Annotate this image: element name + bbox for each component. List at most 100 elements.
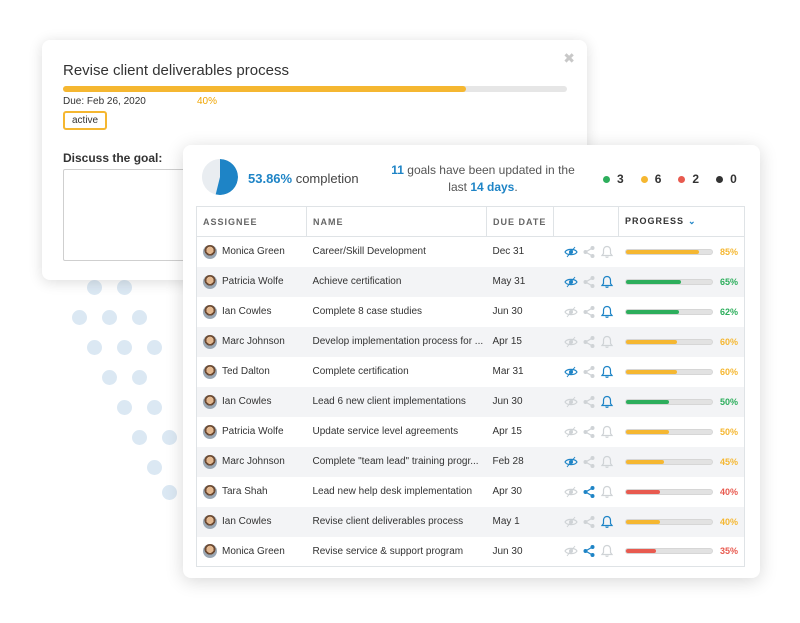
updated-text-2: . xyxy=(514,180,518,194)
share-icon[interactable] xyxy=(582,425,596,439)
eye-icon[interactable] xyxy=(564,395,578,409)
eye-icon[interactable] xyxy=(564,485,578,499)
table-row[interactable]: Tara Shah Lead new help desk implementati… xyxy=(196,476,745,507)
decorative-dot xyxy=(102,310,117,325)
table-row[interactable]: Monica Green Revise service & support pro… xyxy=(196,536,745,567)
eye-icon[interactable] xyxy=(564,455,578,469)
progress-track xyxy=(624,308,713,315)
goal-name-cell[interactable]: Revise client deliverables process xyxy=(306,506,487,537)
goal-name-cell[interactable]: Complete 8 case studies xyxy=(306,296,487,327)
assignee-name: Monica Green xyxy=(222,246,285,258)
column-header-assignee[interactable]: ASSIGNEE xyxy=(196,206,307,237)
bell-icon[interactable] xyxy=(600,485,614,499)
decorative-dot xyxy=(147,340,162,355)
discuss-textarea[interactable] xyxy=(63,169,193,261)
status-count-value: 6 xyxy=(654,172,662,186)
goal-name-cell[interactable]: Complete certification xyxy=(306,356,487,387)
share-icon[interactable] xyxy=(582,515,596,529)
share-icon[interactable] xyxy=(582,485,596,499)
bell-icon[interactable] xyxy=(600,544,614,558)
assignee-cell: Monica Green xyxy=(196,536,307,567)
eye-icon[interactable] xyxy=(564,245,578,259)
due-date-cell: Jun 30 xyxy=(486,296,554,327)
status-badge[interactable]: active xyxy=(63,111,108,130)
share-icon[interactable] xyxy=(582,305,596,319)
column-header-name[interactable]: NAME xyxy=(306,206,487,237)
goal-name-cell[interactable]: Lead 6 new client implementations xyxy=(306,386,487,417)
status-dot-icon xyxy=(678,175,686,183)
eye-icon[interactable] xyxy=(564,305,578,319)
eye-icon[interactable] xyxy=(564,275,578,289)
share-icon[interactable] xyxy=(582,455,596,469)
close-icon[interactable]: ✖ xyxy=(563,50,575,67)
goal-name-cell[interactable]: Career/Skill Development xyxy=(306,236,487,267)
progress-percent: 50% xyxy=(719,396,738,407)
goal-name-cell[interactable]: Lead new help desk implementation xyxy=(306,476,487,507)
eye-icon[interactable] xyxy=(564,544,578,558)
table-row[interactable]: Marc Johnson Develop implementation proce… xyxy=(196,326,745,357)
assignee-name: Ian Cowles xyxy=(222,396,272,407)
column-header-due-date[interactable]: DUE DATE xyxy=(486,206,554,237)
decorative-dot xyxy=(162,485,177,500)
status-count-value: 2 xyxy=(692,172,700,186)
goal-name-cell[interactable]: Achieve certification xyxy=(306,266,487,297)
bell-icon[interactable] xyxy=(600,455,614,469)
bell-icon[interactable] xyxy=(600,275,614,289)
goals-table-body: Monica Green Career/Skill Development Dec … xyxy=(196,236,745,567)
progress-cell: 62% xyxy=(618,296,745,327)
avatar xyxy=(203,274,217,289)
bell-icon[interactable] xyxy=(600,305,614,319)
decorative-dot xyxy=(162,430,177,445)
goal-progress-bar xyxy=(63,86,567,92)
chevron-down-icon[interactable]: ⌄ xyxy=(688,216,697,226)
goal-name-cell[interactable]: Complete "team lead" training progr... xyxy=(306,446,487,477)
goal-name-cell[interactable]: Develop implementation process for ... xyxy=(306,326,487,357)
column-header-progress[interactable]: PROGRESS ⌄ xyxy=(618,206,745,237)
share-icon[interactable] xyxy=(582,335,596,349)
table-row[interactable]: Ian Cowles Complete 8 case studies Jun 30 6… xyxy=(196,296,745,327)
actions-cell xyxy=(553,416,619,447)
eye-icon[interactable] xyxy=(564,335,578,349)
eye-icon[interactable] xyxy=(564,365,578,379)
progress-percent: 60% xyxy=(719,366,738,377)
bell-icon[interactable] xyxy=(600,335,614,349)
progress-track xyxy=(624,458,713,465)
goal-progress-percent: 40% xyxy=(197,96,218,107)
due-date-cell: Jun 30 xyxy=(486,536,554,567)
share-icon[interactable] xyxy=(582,245,596,259)
bell-icon[interactable] xyxy=(600,365,614,379)
table-row[interactable]: Marc Johnson Complete "team lead" trainin… xyxy=(196,446,745,477)
share-icon[interactable] xyxy=(582,365,596,379)
share-icon[interactable] xyxy=(582,544,596,558)
bell-icon[interactable] xyxy=(600,245,614,259)
table-row[interactable]: Ted Dalton Complete certification Mar 31 60… xyxy=(196,356,745,387)
table-row[interactable]: Patricia Wolfe Update service level agree… xyxy=(196,416,745,447)
progress-percent: 65% xyxy=(719,276,738,287)
goals-overview-card: 53.86% completion 11 goals have been upd… xyxy=(183,145,760,578)
due-date-cell: May 31 xyxy=(486,266,554,297)
goal-name-cell[interactable]: Update service level agreements xyxy=(306,416,487,447)
table-row[interactable]: Monica Green Career/Skill Development Dec … xyxy=(196,236,745,267)
assignee-name: Marc Johnson xyxy=(222,336,285,347)
avatar xyxy=(203,244,217,259)
progress-cell: 85% xyxy=(618,236,745,267)
bell-icon[interactable] xyxy=(600,425,614,439)
eye-icon[interactable] xyxy=(564,515,578,529)
share-icon[interactable] xyxy=(582,275,596,289)
table-row[interactable]: Ian Cowles Lead 6 new client implementati… xyxy=(196,386,745,417)
bell-icon[interactable] xyxy=(600,515,614,529)
assignee-name: Patricia Wolfe xyxy=(222,426,284,437)
progress-cell: 35% xyxy=(618,536,745,567)
table-row[interactable]: Ian Cowles Revise client deliverables pro… xyxy=(196,506,745,537)
completion-pie-chart xyxy=(202,159,238,195)
goal-name-cell[interactable]: Revise service & support program xyxy=(306,536,487,567)
share-icon[interactable] xyxy=(582,395,596,409)
assignee-cell: Patricia Wolfe xyxy=(196,266,307,297)
eye-icon[interactable] xyxy=(564,425,578,439)
avatar xyxy=(203,304,217,319)
table-row[interactable]: Patricia Wolfe Achieve certification May 3… xyxy=(196,266,745,297)
assignee-name: Tara Shah xyxy=(222,486,268,497)
progress-header-label: PROGRESS xyxy=(625,216,685,226)
decorative-dot xyxy=(102,370,117,385)
bell-icon[interactable] xyxy=(600,395,614,409)
